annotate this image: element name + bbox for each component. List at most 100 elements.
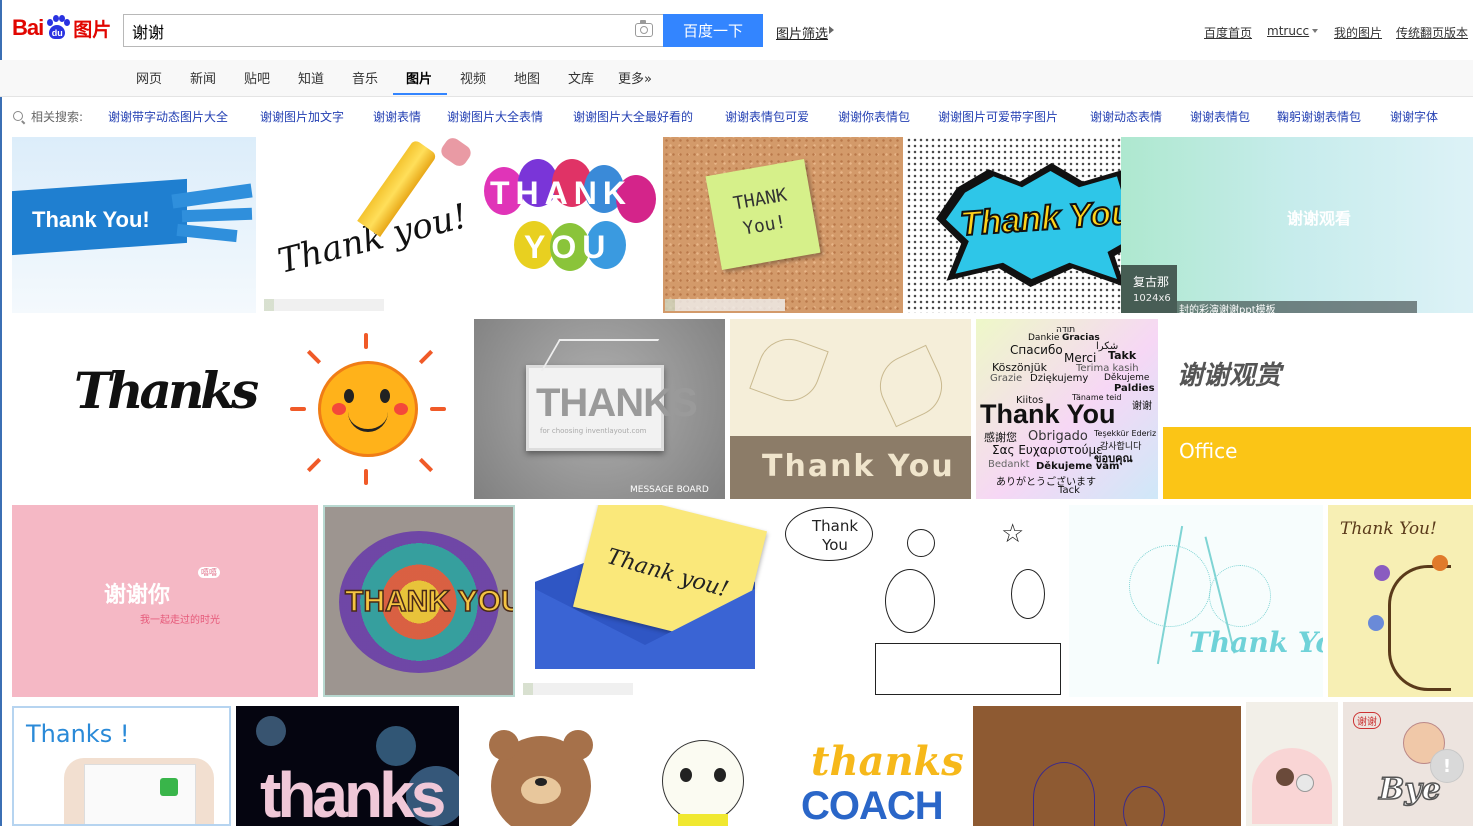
related-link[interactable]: 谢谢图片大全最好看的: [573, 108, 693, 125]
image-thumbnail[interactable]: thanks: [236, 706, 459, 826]
classic-paging-link[interactable]: 传统翻页版本: [1396, 24, 1468, 41]
overlay-title: 复古那: [1133, 275, 1170, 289]
image-thumbnail[interactable]: [636, 706, 776, 826]
user-menu[interactable]: mtrucc: [1267, 24, 1319, 38]
image-thumbnail[interactable]: [973, 706, 1241, 826]
camera-icon[interactable]: [635, 20, 653, 37]
image-thumbnail[interactable]: Thank You!: [1328, 505, 1473, 697]
search-input[interactable]: [124, 15, 640, 46]
tile-word: Thank You: [980, 399, 1116, 429]
tile-word: Děkujeme: [1104, 373, 1150, 383]
my-images-link[interactable]: 我的图片: [1334, 24, 1382, 41]
image-thumbnail[interactable]: thanks COACH: [781, 706, 967, 826]
image-thumbnail[interactable]: Thanks !: [12, 706, 231, 826]
tile-tag: 嘻嘻: [198, 567, 220, 578]
logo-bai: Bai: [12, 15, 44, 40]
tile-text: Bye: [1378, 771, 1441, 808]
tile-text: thanks: [811, 738, 964, 785]
logo-du: du: [51, 28, 63, 38]
tile-text: 谢谢观赏: [1177, 361, 1282, 391]
search-icon: [13, 111, 23, 121]
image-thumbnail[interactable]: Thank you!: [521, 505, 779, 697]
tab-video[interactable]: 视频: [460, 68, 486, 87]
tile-text: Office: [1179, 439, 1238, 463]
image-thumbnail[interactable]: [276, 319, 471, 499]
tile-word: Σας Ευχαριστούμε: [992, 443, 1103, 457]
watermark: [264, 299, 384, 311]
image-thumbnail[interactable]: Thanks: [12, 319, 270, 499]
tab-more[interactable]: 更多»: [618, 68, 652, 87]
tab-zhidao[interactable]: 知道: [298, 68, 324, 87]
image-thumbnail[interactable]: THANK YOU!: [323, 505, 515, 697]
related-link[interactable]: 谢谢图片加文字: [260, 108, 344, 125]
tile-subtext: 我一起走过的时光: [140, 615, 220, 626]
baidu-logo[interactable]: Bai du 图片: [12, 10, 111, 46]
image-thumbnail[interactable]: 谢谢你 嘻嘻 我一起走过的时光: [12, 505, 318, 697]
related-link[interactable]: 谢谢图片可爱带字图片: [938, 108, 1058, 125]
tab-music[interactable]: 音乐: [352, 68, 378, 87]
image-thumbnail[interactable]: Thank You!: [12, 137, 256, 313]
tile-text: Thanks !: [26, 720, 130, 748]
tile-word: ありがとうございます: [996, 477, 1096, 488]
tab-news[interactable]: 新闻: [190, 68, 216, 87]
related-link[interactable]: 谢谢你表情包: [838, 108, 910, 125]
tab-web[interactable]: 网页: [136, 68, 162, 87]
image-thumbnail[interactable]: 谢谢观看 复古那 1024x6 封的彩演谢谢ppt模板: [1121, 137, 1473, 313]
tile-word: Tack: [1058, 485, 1080, 496]
tile-text: 谢谢观看: [1287, 209, 1352, 228]
tile-text: Thank You: [762, 449, 955, 484]
overlay-caption: 封的彩演谢谢ppt模板: [1179, 305, 1276, 313]
image-thumbnail[interactable]: THANKS for choosing inventlayout.com MES…: [474, 319, 725, 499]
help-button[interactable]: !: [1430, 749, 1464, 783]
search-button[interactable]: 百度一下: [663, 14, 763, 47]
related-link[interactable]: 谢谢带字动态图片大全: [108, 108, 228, 125]
related-link[interactable]: 谢谢表情包: [1190, 108, 1250, 125]
tile-text: thanks: [260, 759, 446, 826]
tile-text: Thank You!: [1340, 519, 1437, 539]
image-filter-link[interactable]: 图片筛选: [776, 23, 828, 42]
tab-wenku[interactable]: 文库: [568, 68, 594, 87]
related-link[interactable]: 谢谢字体: [1390, 108, 1438, 125]
related-link[interactable]: 鞠躬谢谢表情包: [1277, 108, 1361, 125]
image-thumbnail[interactable]: Thank You ☆: [783, 505, 1064, 697]
image-thumbnail[interactable]: Thank You: [1069, 505, 1323, 697]
tile-tag: 谢谢: [1353, 712, 1381, 729]
tile-word: Grazie: [990, 373, 1023, 384]
tile-word: Gracias: [1062, 333, 1100, 343]
search-box: [123, 14, 663, 47]
tile-word: Bedankt: [988, 459, 1030, 470]
related-link[interactable]: 谢谢动态表情: [1090, 108, 1162, 125]
tab-tieba[interactable]: 贴吧: [244, 68, 270, 87]
image-thumbnail[interactable]: THANK You!: [663, 137, 903, 313]
tile-text: THANK YOU!: [344, 584, 515, 619]
baidu-image-search-page: Bai du 图片 百度一下 图片筛选 百度首页 mtrucc 我的图片 传统翻…: [0, 0, 1473, 826]
image-thumbnail[interactable]: [463, 706, 631, 826]
image-thumbnail[interactable]: 谢谢观赏 Office: [1163, 319, 1471, 499]
image-thumbnail[interactable]: Thank you!: [262, 137, 476, 313]
image-thumbnail[interactable]: Thank You: [730, 319, 971, 499]
triangle-right-icon: [829, 26, 834, 34]
tile-text: Thank You!: [32, 207, 150, 232]
tile-word: Takk: [1108, 349, 1137, 362]
logo-images-text: 图片: [73, 18, 112, 41]
watermark: [665, 299, 785, 311]
related-link[interactable]: 谢谢图片大全表情: [447, 108, 543, 125]
tile-text: COACH: [801, 784, 944, 826]
image-thumbnail[interactable]: [1246, 702, 1338, 826]
image-thumbnail[interactable]: תודה Dankie Gracias Спасибо شكرا Merci T…: [976, 319, 1158, 499]
baidu-home-link[interactable]: 百度首页: [1204, 24, 1252, 41]
tile-word: Dankie: [1028, 333, 1060, 343]
paw-icon: du: [44, 15, 71, 41]
related-label: 相关搜索:: [31, 110, 84, 124]
tab-map[interactable]: 地图: [514, 68, 540, 87]
related-searches: 相关搜索: 谢谢带字动态图片大全 谢谢图片加文字 谢谢表情 谢谢图片大全表情 谢…: [0, 104, 1473, 130]
related-link[interactable]: 谢谢表情: [373, 108, 421, 125]
tile-word: Спасибо: [1010, 343, 1063, 357]
image-thumbnail[interactable]: THANK YOU: [478, 137, 660, 313]
tile-text: 谢谢你: [104, 583, 171, 608]
tab-images[interactable]: 图片: [406, 68, 432, 87]
header: Bai du 图片 百度一下 图片筛选 百度首页 mtrucc 我的图片 传统翻…: [0, 0, 1473, 61]
tile-text: YOU: [524, 229, 612, 265]
related-link[interactable]: 谢谢表情包可爱: [725, 108, 809, 125]
overlay-size: 1024x6: [1133, 293, 1171, 304]
